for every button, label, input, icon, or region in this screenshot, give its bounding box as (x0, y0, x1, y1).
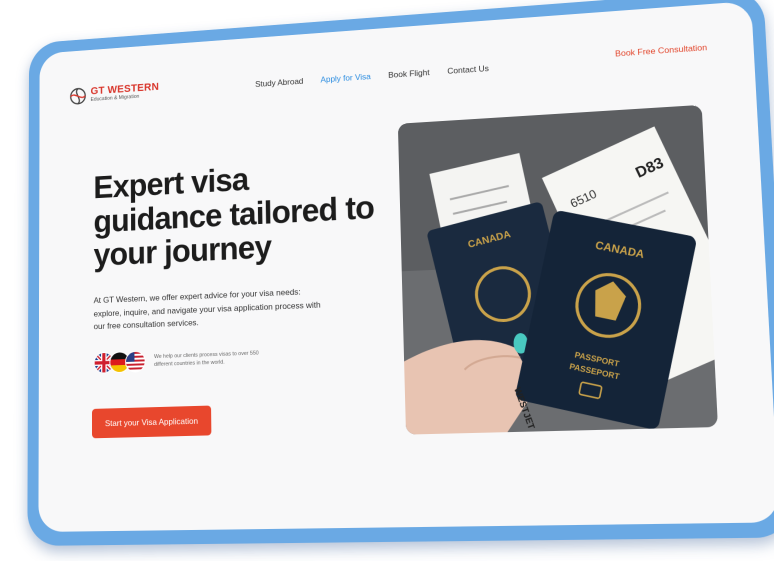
nav-item-book-flight[interactable]: Book Flight (388, 67, 430, 79)
brand-logo[interactable]: GT WESTERN Education & Migration (70, 82, 159, 105)
hero-description: At GT Western, we offer expert advice fo… (93, 286, 321, 332)
country-flags: We help our clients process visas to ove… (93, 346, 278, 374)
gt-western-logo-icon (70, 87, 86, 105)
start-visa-application-button[interactable]: Start your Visa Application (91, 405, 212, 439)
book-consultation-link[interactable]: Book Free Consultation (615, 42, 707, 58)
passport-photo: D83 6510 CANADA CANADA PASSPORT PASSEPOR… (397, 104, 718, 435)
nav-item-study-abroad[interactable]: Study Abroad (255, 76, 303, 89)
hero-title-line: your journey (93, 228, 272, 273)
passport-illustration: D83 6510 CANADA CANADA PASSPORT PASSEPOR… (397, 104, 718, 435)
tablet-device: GT WESTERN Education & Migration Study A… (27, 0, 774, 546)
nav-item-contact-us[interactable]: Contact Us (447, 63, 489, 76)
web-page: GT WESTERN Education & Migration Study A… (38, 0, 774, 532)
main-nav: Study Abroad Apply for Visa Book Flight … (255, 63, 489, 89)
countries-note: We help our clients process visas to ove… (154, 350, 259, 368)
usa-flag-icon (125, 350, 146, 373)
nav-item-apply-for-visa[interactable]: Apply for Visa (320, 71, 370, 84)
hero-title: Expert visa guidance tailored to your jo… (93, 154, 377, 273)
